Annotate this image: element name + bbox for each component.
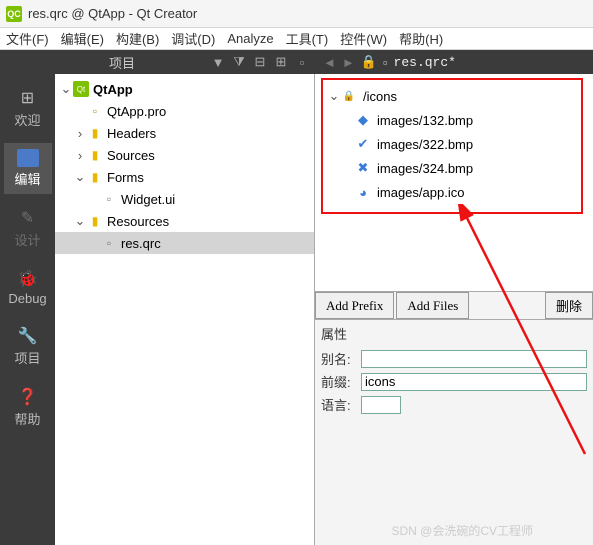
app-icon: QC [6,6,22,22]
menu-analyze[interactable]: Analyze [227,31,273,46]
mode-help[interactable]: ❓ 帮助 [4,381,52,434]
tree-root[interactable]: ⌄ Qt QtApp [55,78,314,100]
filter-icon[interactable]: ▼ [209,53,227,71]
prefix-lock-icon: 🔒 [341,88,357,104]
qrc-file-icon: ▫ [101,235,117,251]
link-icon[interactable]: ⊟ [251,53,269,71]
funnel-icon[interactable]: ⧩ [230,53,248,71]
tree-forms[interactable]: ⌄ ▮ Forms [55,166,314,188]
folder-icon: ▮ [87,125,103,141]
chevron-down-icon[interactable]: ⌄ [73,169,87,185]
grid-icon: ⊞ [18,88,38,108]
menu-help[interactable]: 帮助(H) [399,29,443,48]
resource-prefix-row[interactable]: ⌄ 🔒 /icons [327,84,575,108]
resource-highlight-box: ⌄ 🔒 /icons ◆ images/132.bmp ✔ images/322… [321,78,583,214]
chevron-down-icon[interactable]: ⌄ [59,81,73,97]
menu-bar: 文件(F) 编辑(E) 构建(B) 调试(D) Analyze 工具(T) 控件… [0,28,593,50]
split-icon[interactable]: ⊞ [272,53,290,71]
mode-edit[interactable]: 编辑 [4,143,52,194]
ico-icon: ◕ [355,184,371,200]
project-pane-label: 项目 [59,53,135,72]
nav-back-icon[interactable]: ◄ [323,55,336,70]
mode-design[interactable]: ✎ 设计 [4,202,52,255]
mode-debug[interactable]: 🐞 Debug [4,263,52,312]
prefix-label: 前缀: [321,372,361,391]
bug-icon: 🐞 [18,269,38,289]
menu-debug[interactable]: 调试(D) [171,29,215,48]
chevron-right-icon[interactable]: › [73,126,87,141]
pro-file-icon: ▫ [87,103,103,119]
menu-file[interactable]: 文件(F) [6,29,49,48]
tree-headers[interactable]: › ▮ Headers [55,122,314,144]
window-title: res.qrc @ QtApp - Qt Creator [28,6,197,21]
chevron-right-icon[interactable]: › [73,148,87,163]
open-doc-name[interactable]: res.qrc* [394,55,456,70]
resource-item[interactable]: ◕ images/app.ico [327,180,575,204]
chevron-down-icon[interactable]: ⌄ [73,213,87,229]
qt-project-icon: Qt [73,81,89,97]
tree-res-qrc[interactable]: ▫ res.qrc [55,232,314,254]
nav-fwd-icon[interactable]: ► [342,55,355,70]
close-pane-icon[interactable]: ▫ [293,53,311,71]
resource-item[interactable]: ✔ images/322.bmp [327,132,575,156]
doc-lock-icon: 🔒 [361,54,377,70]
project-tree-pane: ⌄ Qt QtApp ▫ QtApp.pro › ▮ Headers › ▮ S… [55,74,315,545]
add-prefix-button[interactable]: Add Prefix [315,292,394,319]
alias-label: 别名: [321,349,361,368]
design-icon: ✎ [18,208,38,228]
annotation-arrow [455,204,593,464]
chevron-down-icon[interactable]: ⌄ [327,88,341,104]
menu-build[interactable]: 构建(B) [116,29,159,48]
resource-item[interactable]: ◆ images/132.bmp [327,108,575,132]
mode-welcome[interactable]: ⊞ 欢迎 [4,82,52,135]
doc-file-icon: ▫ [383,55,388,70]
edit-icon [17,149,39,167]
menu-widgets[interactable]: 控件(W) [340,29,387,48]
lang-input[interactable] [361,396,401,414]
folder-icon: ▮ [87,147,103,163]
bmp-icon: ✖ [355,160,371,176]
lang-label: 语言: [321,395,361,414]
tree-sources[interactable]: › ▮ Sources [55,144,314,166]
wrench-icon: 🔧 [18,326,38,346]
resource-item[interactable]: ✖ images/324.bmp [327,156,575,180]
ui-file-icon: ▫ [101,191,117,207]
folder-icon: ▮ [87,213,103,229]
menu-edit[interactable]: 编辑(E) [61,29,104,48]
mode-sidebar: ⊞ 欢迎 编辑 ✎ 设计 🐞 Debug 🔧 项目 ❓ 帮助 [0,74,55,545]
tree-pro-file[interactable]: ▫ QtApp.pro [55,100,314,122]
title-bar: QC res.qrc @ QtApp - Qt Creator [0,0,593,28]
bmp-icon: ✔ [355,136,371,152]
tree-widget-ui[interactable]: ▫ Widget.ui [55,188,314,210]
tree-resources[interactable]: ⌄ ▮ Resources [55,210,314,232]
mode-project[interactable]: 🔧 项目 [4,320,52,373]
menu-tools[interactable]: 工具(T) [286,29,329,48]
help-icon: ❓ [18,387,38,407]
folder-icon: ▮ [87,169,103,185]
bmp-icon: ◆ [355,112,371,128]
